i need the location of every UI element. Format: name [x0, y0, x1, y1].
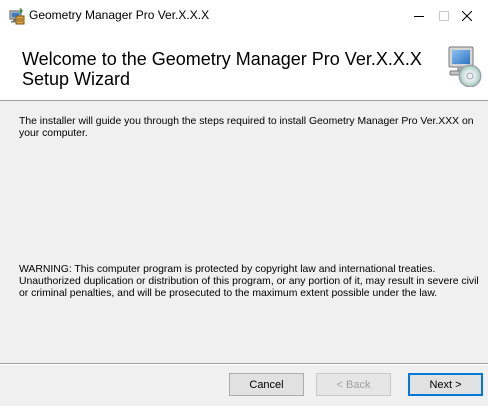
next-button-label: Next >	[429, 378, 462, 391]
wizard-heading: Welcome to the Geometry Manager Pro Ver.…	[22, 49, 422, 89]
installer-app-icon	[8, 8, 25, 25]
cancel-button[interactable]: Cancel	[229, 373, 304, 396]
intro-text: The installer will guide you through the…	[19, 116, 474, 139]
back-button[interactable]: < Back	[316, 373, 391, 396]
back-button-label: < Back	[336, 378, 371, 391]
setup-computer-cd-icon	[446, 45, 482, 88]
close-icon	[462, 10, 472, 21]
cancel-button-label: Cancel	[249, 378, 284, 391]
wizard-header-banner: Welcome to the Geometry Manager Pro Ver.…	[0, 31, 488, 101]
close-button[interactable]	[446, 0, 488, 31]
window-title: Geometry Manager Pro Ver.X.X.X	[29, 8, 210, 22]
footer-divider	[0, 363, 488, 365]
next-button[interactable]: Next >	[408, 373, 483, 396]
copyright-warning-text: WARNING: This computer program is protec…	[19, 264, 479, 299]
title-bar[interactable]: Geometry Manager Pro Ver.X.X.X	[0, 0, 488, 31]
setup-wizard-window: Geometry Manager Pro Ver.X.X.X Welcome t…	[0, 0, 488, 406]
